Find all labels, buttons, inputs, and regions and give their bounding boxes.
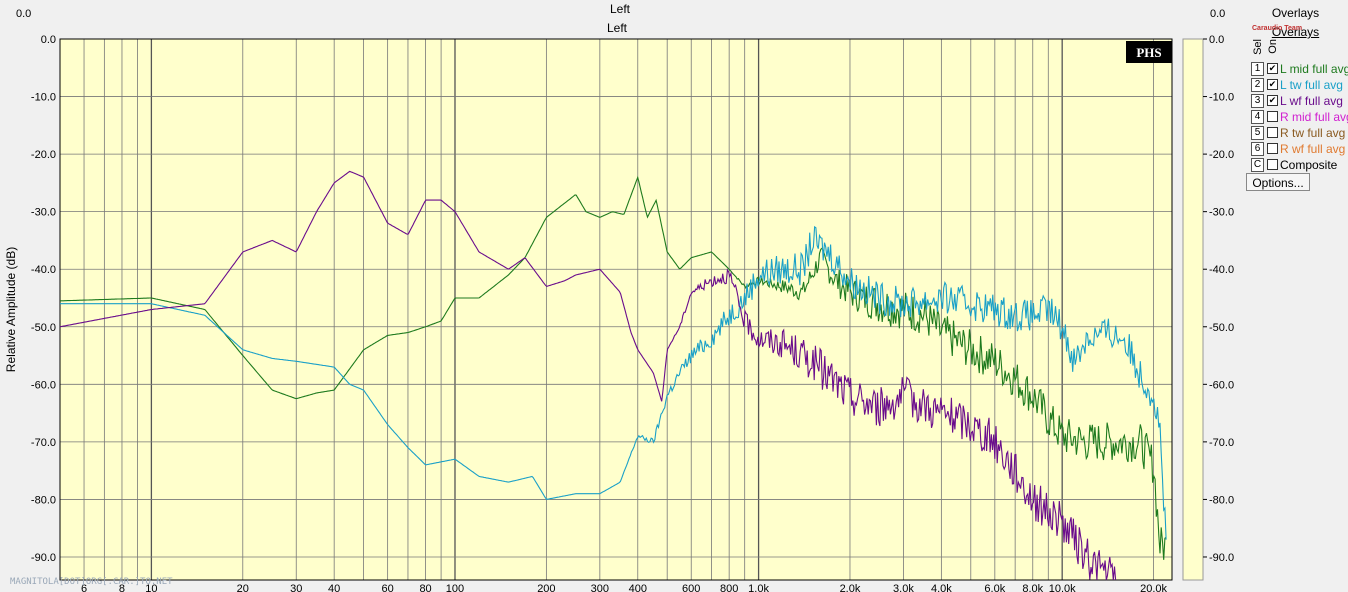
power-bar xyxy=(1182,38,1204,581)
overlay-select-6[interactable]: 6 xyxy=(1251,141,1264,156)
overlay-label: L wf full avg xyxy=(1280,93,1343,108)
x-tick-label: 40 xyxy=(328,583,340,592)
x-tick-label: 2.0k xyxy=(840,583,861,592)
y-tick-label: -80.0 xyxy=(31,494,56,506)
y-axis-label: Relative Amplitude (dB) xyxy=(4,247,18,372)
overlay-select-5[interactable]: 5 xyxy=(1251,125,1264,140)
x-tick-label: 4.0k xyxy=(931,583,952,592)
y-tick-label: -60.0 xyxy=(31,379,56,391)
x-tick-label: 400 xyxy=(629,583,647,592)
overlay-select-3[interactable]: 3 xyxy=(1251,93,1264,108)
overlay-label: R tw full avg xyxy=(1280,125,1346,140)
x-tick-label: 60 xyxy=(382,583,394,592)
window-title: Left xyxy=(0,0,1240,19)
x-tick-label: 10.0k xyxy=(1049,583,1076,592)
x-tick-label: 20.0k xyxy=(1140,583,1167,592)
x-tick-label: 30 xyxy=(290,583,302,592)
x-tick-label: 6.0k xyxy=(984,583,1005,592)
y-tick-label-right: -10.0 xyxy=(1209,92,1234,104)
x-tick-label: 3.0k xyxy=(893,583,914,592)
x-tick-label: 8.0k xyxy=(1022,583,1043,592)
y-tick-label: -70.0 xyxy=(31,437,56,449)
y-tick-label-right: -90.0 xyxy=(1209,552,1234,564)
y-tick-label-right: -70.0 xyxy=(1209,437,1234,449)
x-tick-label: 20 xyxy=(237,583,249,592)
overlay-label: R wf full avg xyxy=(1280,141,1346,156)
y-tick-label: -10.0 xyxy=(31,92,56,104)
y-tick-label-right: -20.0 xyxy=(1209,149,1234,161)
overlay-row-2[interactable]: 2 ✔ L tw full avg xyxy=(1251,77,1343,92)
overlay-row-3[interactable]: 3 ✔ L wf full avg xyxy=(1251,93,1343,108)
plot-area xyxy=(60,39,1172,580)
overlay-row-5[interactable]: 5 R tw full avg xyxy=(1251,125,1346,140)
overlays-title: Overlays xyxy=(1271,6,1320,20)
overlay-checkbox[interactable] xyxy=(1267,127,1278,139)
header-on: On xyxy=(1267,39,1279,54)
y-tick-label: -20.0 xyxy=(31,149,56,161)
x-tick-label: 80 xyxy=(419,583,431,592)
y-tick-label: -40.0 xyxy=(31,264,56,276)
overlay-row-c[interactable]: C Composite xyxy=(1251,157,1338,172)
options-button[interactable]: Options... xyxy=(1246,173,1310,191)
x-tick-label: 600 xyxy=(682,583,700,592)
y-tick-label: -30.0 xyxy=(31,207,56,219)
overlay-select-c[interactable]: C xyxy=(1251,157,1264,172)
overlay-select-4[interactable]: 4 xyxy=(1251,109,1264,124)
overlay-checkbox[interactable]: ✔ xyxy=(1267,79,1278,91)
overlay-checkbox[interactable] xyxy=(1267,111,1278,123)
y-tick-label-right: 0.0 xyxy=(1209,34,1224,46)
overlay-checkbox[interactable] xyxy=(1267,143,1278,155)
overlay-select-1[interactable]: 1 xyxy=(1251,61,1264,76)
watermark-logo: Caraudio Team xyxy=(1252,25,1303,32)
frequency-response-chart: Left 0.0 0.0 -10.0 -10.0 -20.0 -20.0 -30.0 -30.0… xyxy=(0,18,1240,592)
footer-watermark: MAGNITOLA[DOT]ORG[.CAR.]TO.NET xyxy=(10,577,173,587)
x-tick-label: 100 xyxy=(446,583,464,592)
y-tick-label-right: -30.0 xyxy=(1209,207,1234,219)
x-tick-label: 1.0k xyxy=(748,583,769,592)
overlay-label: Composite xyxy=(1280,157,1338,172)
overlay-checkbox[interactable]: ✔ xyxy=(1267,63,1278,75)
overlay-checkbox[interactable]: ✔ xyxy=(1267,95,1278,107)
y-tick-label-right: -80.0 xyxy=(1209,494,1234,506)
chart-title: Left xyxy=(607,21,628,35)
overlay-row-4[interactable]: 4 R mid full avg xyxy=(1251,109,1348,124)
y-tick-label: 0.0 xyxy=(41,34,56,46)
phs-badge-label: PHS xyxy=(1136,45,1161,60)
overlay-label: L tw full avg xyxy=(1280,77,1343,92)
x-tick-label: 200 xyxy=(537,583,555,592)
overlay-checkbox[interactable] xyxy=(1267,159,1278,171)
overlay-row-6[interactable]: 6 R wf full avg xyxy=(1251,141,1346,156)
y-tick-label: -90.0 xyxy=(31,552,56,564)
x-tick-label: 300 xyxy=(591,583,609,592)
y-tick-label-right: -50.0 xyxy=(1209,322,1234,334)
y-tick-label-right: -40.0 xyxy=(1209,264,1234,276)
y-tick-label: -50.0 xyxy=(31,322,56,334)
overlay-select-2[interactable]: 2 xyxy=(1251,77,1264,92)
x-tick-label: 800 xyxy=(720,583,738,592)
y-tick-label-right: -60.0 xyxy=(1209,379,1234,391)
overlay-label: L mid full avg xyxy=(1280,61,1348,76)
header-sel: Sel xyxy=(1252,39,1264,55)
overlay-row-1[interactable]: 1 ✔ L mid full avg xyxy=(1251,61,1348,76)
overlay-label: R mid full avg xyxy=(1280,109,1348,124)
